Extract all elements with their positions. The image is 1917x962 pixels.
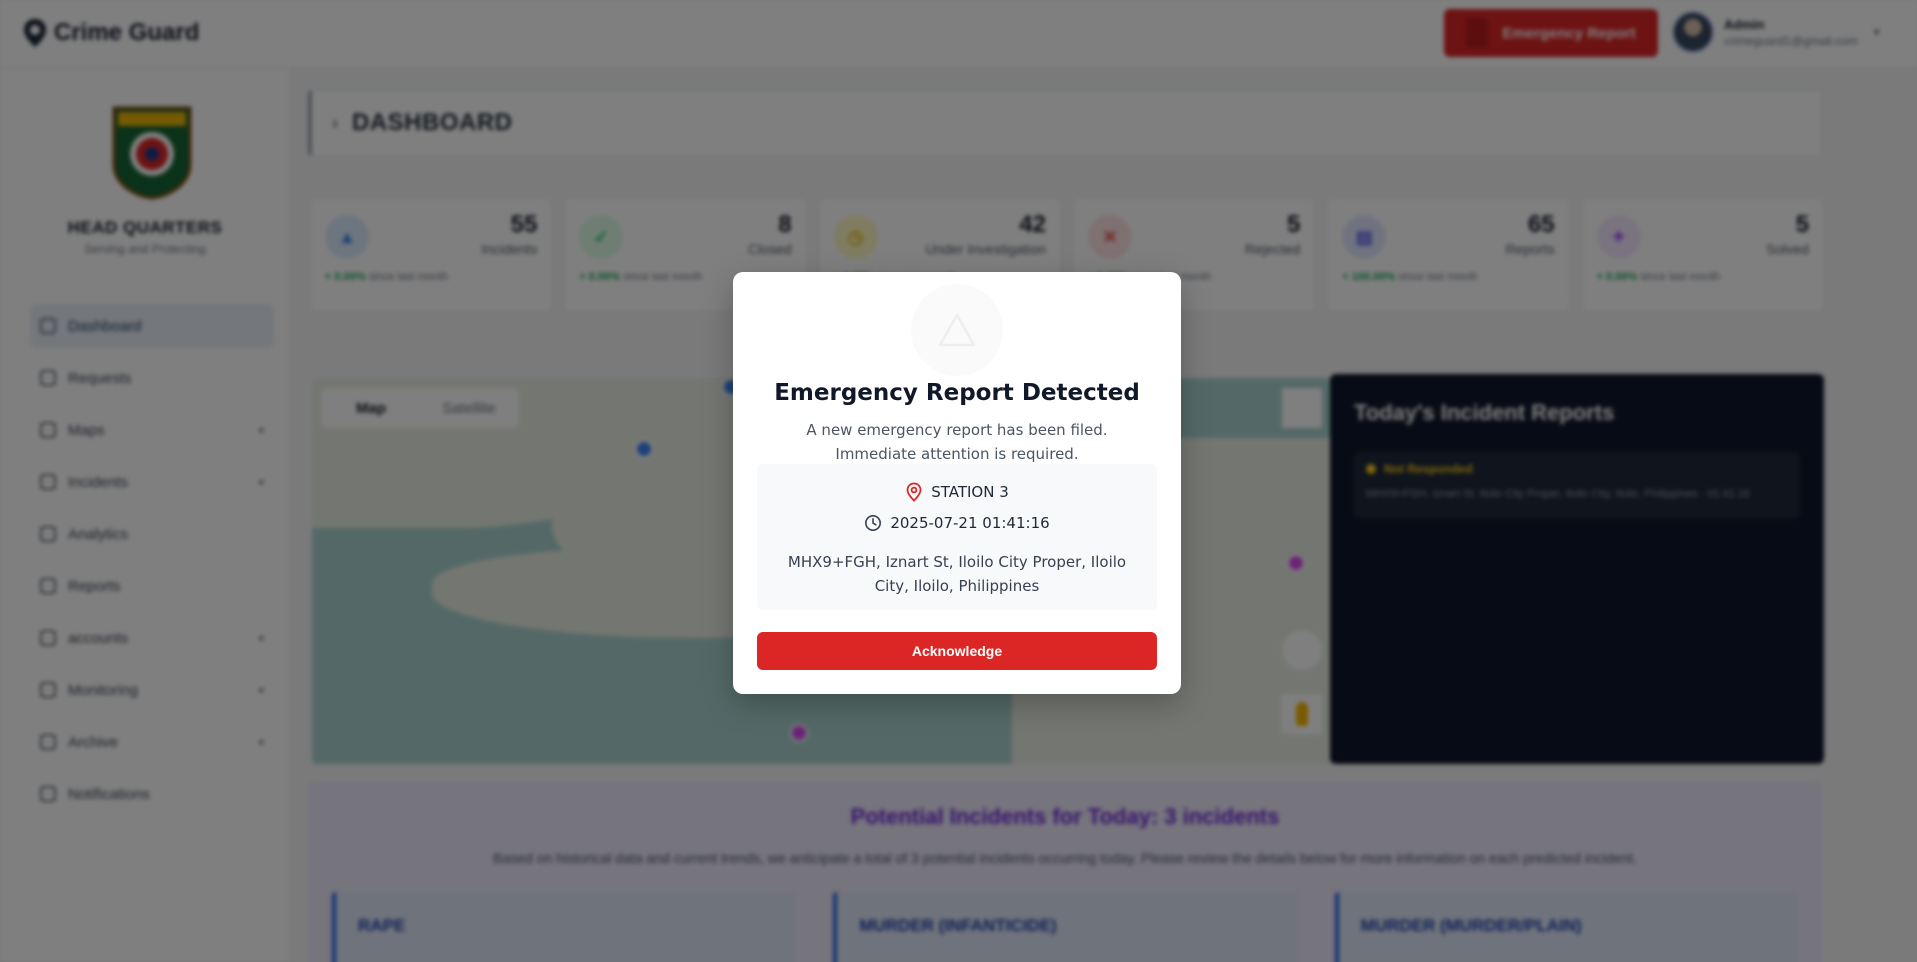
map-pin-icon: [906, 482, 922, 502]
warning-icon: [938, 313, 976, 347]
acknowledge-button[interactable]: Acknowledge: [757, 632, 1157, 670]
report-address: MHX9+FGH, Iznart St, Iloilo City Proper,…: [787, 553, 1127, 595]
alert-badge: [911, 284, 1003, 376]
datetime-row: 2025-07-21 01:41:16: [757, 514, 1157, 532]
modal-message: A new emergency report has been filed. I…: [806, 421, 1108, 463]
report-details: STATION 3 2025-07-21 01:41:16 MHX9+FGH, …: [757, 464, 1157, 610]
station-name: STATION 3: [931, 483, 1009, 501]
station-row: STATION 3: [757, 482, 1157, 502]
emergency-modal: Emergency Report Detected A new emergenc…: [733, 272, 1181, 694]
report-datetime: 2025-07-21 01:41:16: [890, 514, 1050, 532]
clock-icon: [865, 515, 882, 531]
modal-title: Emergency Report Detected: [774, 380, 1140, 406]
